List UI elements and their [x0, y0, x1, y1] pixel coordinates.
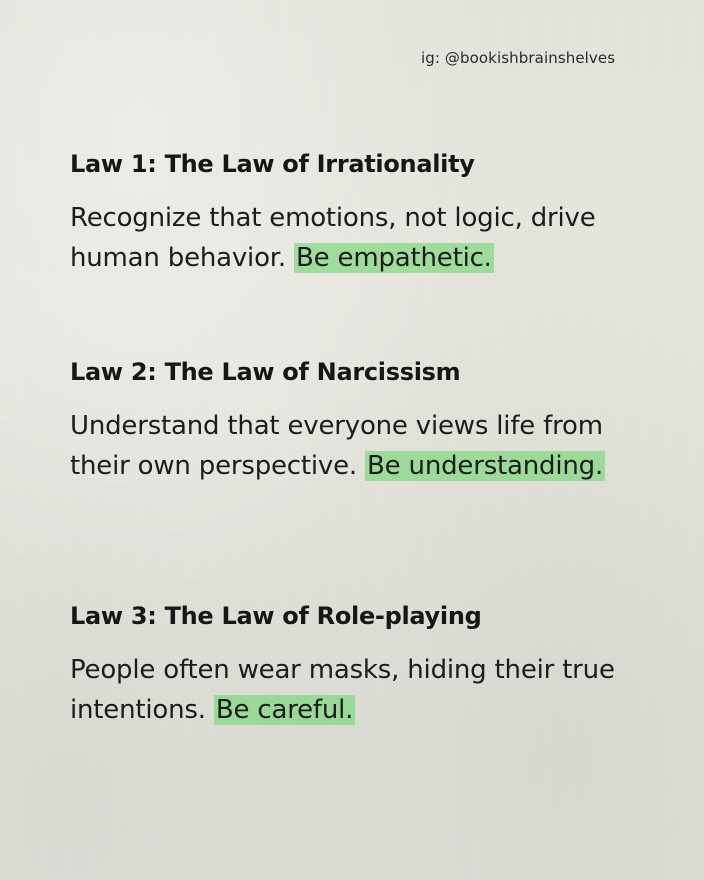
law-2-text: Understand that everyone views life from…: [70, 406, 670, 486]
law-3: Law 3: The Law of Role-playing People of…: [70, 598, 670, 730]
instagram-handle: ig: @bookishbrainshelves: [421, 49, 616, 67]
law-3-title: Law 3: The Law of Role-playing: [70, 602, 482, 630]
law-3-text: People often wear masks, hiding their tr…: [70, 650, 670, 730]
law-1: Law 1: The Law of Irrationality Recogniz…: [70, 146, 670, 278]
law-2-highlight: Be understanding.: [365, 451, 606, 481]
law-1-text: Recognize that emotions, not logic, driv…: [70, 198, 670, 278]
page: { "handle": "ig: @bookishbrainshelves", …: [0, 0, 704, 880]
law-2: Law 2: The Law of Narcissism Understand …: [70, 354, 670, 486]
law-1-title: Law 1: The Law of Irrationality: [70, 150, 475, 178]
law-2-title: Law 2: The Law of Narcissism: [70, 358, 461, 386]
law-3-highlight: Be careful.: [213, 695, 356, 725]
law-1-highlight: Be empathetic.: [294, 243, 494, 273]
